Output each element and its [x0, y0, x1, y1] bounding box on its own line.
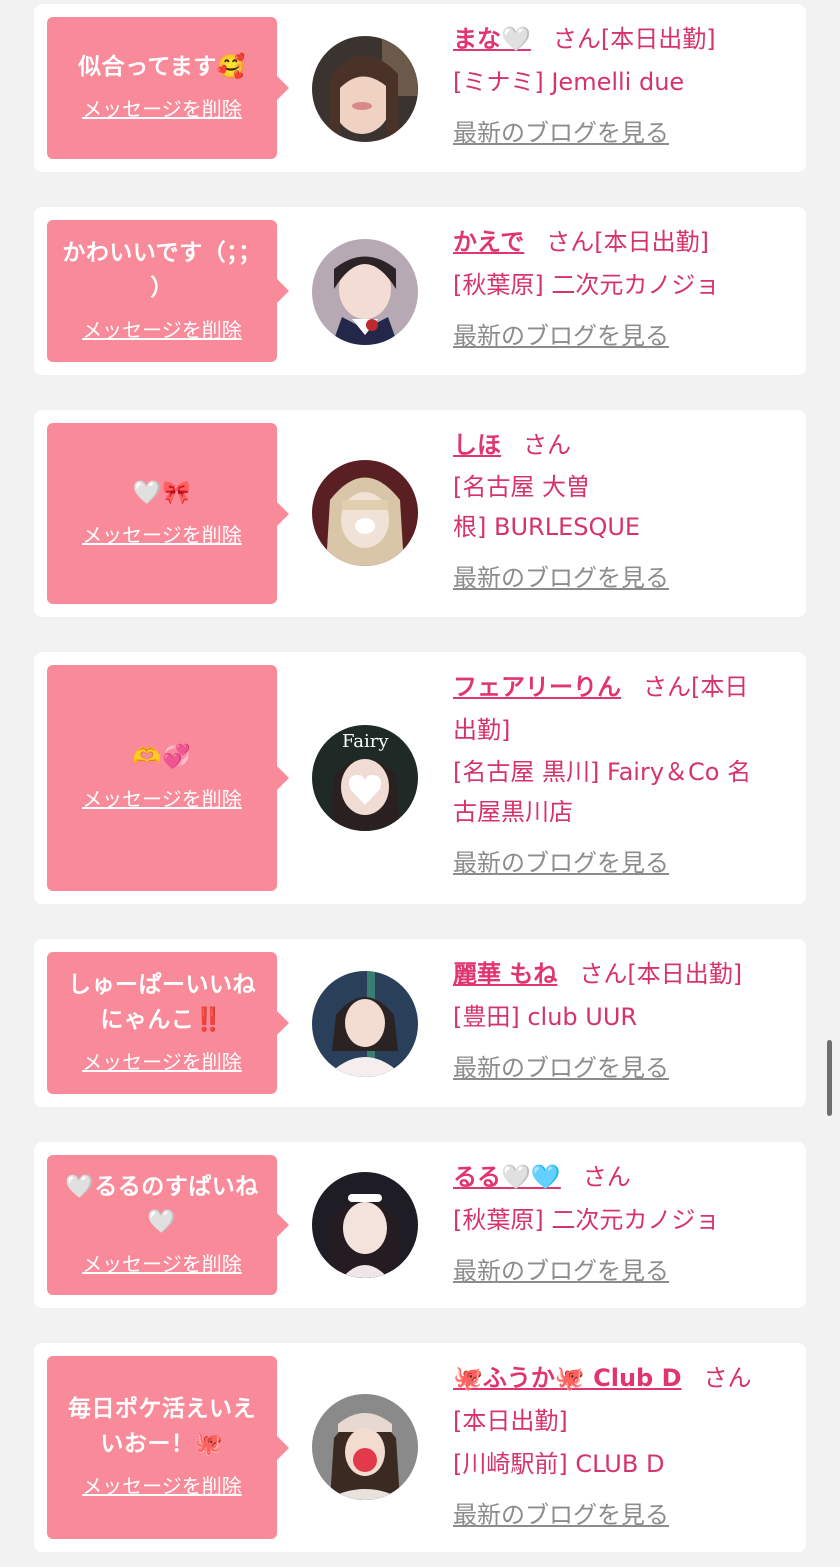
- message-text: かわいいです（；； ）: [62, 239, 262, 301]
- girl-name-link[interactable]: 🐙ふうか🐙 Club D: [453, 1364, 682, 1392]
- message-bubble: かわいいです（；； ） メッセージを削除: [47, 220, 289, 362]
- latest-blog-link[interactable]: 最新のブログを見る: [453, 557, 669, 600]
- girl-name-link[interactable]: しほ: [453, 431, 501, 459]
- girl-card: しゅーぱーいいね にゃんこ‼️ メッセージを削除 麗華 もね さん[本日出勤] […: [34, 939, 806, 1107]
- girl-info: るる🤍🩵 さん [秋葉原] 二次元カノジョ 最新のブログを見る: [453, 1156, 788, 1293]
- latest-blog-link[interactable]: 最新のブログを見る: [453, 1494, 669, 1537]
- message-text: 毎日ポケ活えいえ いおー！🐙: [68, 1396, 256, 1457]
- honorific: さん: [546, 228, 595, 256]
- honorific: さん: [579, 960, 628, 988]
- latest-blog-link[interactable]: 最新のブログを見る: [453, 842, 669, 885]
- girl-name-link[interactable]: かえで: [453, 228, 524, 256]
- honorific: さん: [582, 1163, 631, 1191]
- message-bubble: 毎日ポケ活えいえ いおー！🐙 メッセージを削除: [47, 1356, 289, 1539]
- delete-message-link[interactable]: メッセージを削除: [82, 783, 242, 812]
- message-text: 🫶💞: [132, 744, 192, 770]
- svg-text:Fairy: Fairy: [342, 731, 389, 752]
- scrollbar[interactable]: [827, 1040, 832, 1116]
- girl-name-link[interactable]: まな🤍: [453, 25, 531, 53]
- girl-card: 🤍るるのすぱいね 🤍 メッセージを削除 るる🤍🩵 さん [秋葉原] 二次元カノジョ…: [34, 1142, 806, 1308]
- delete-message-link[interactable]: メッセージを削除: [82, 519, 242, 548]
- shop-label: [秋葉原] 二次元カノジョ: [453, 271, 720, 299]
- shop-label: [名古屋 黒川] Fairy＆Co 名 古屋黒川店: [453, 758, 752, 826]
- delete-message-link[interactable]: メッセージを削除: [82, 314, 242, 343]
- status-label: [本日出勤]: [453, 1407, 568, 1435]
- status-label: [本日出勤]: [600, 25, 716, 53]
- honorific: さん: [523, 431, 571, 459]
- honorific: さん: [703, 1364, 752, 1392]
- message-text: 似合ってます🥰: [78, 54, 246, 80]
- latest-blog-link[interactable]: 最新のブログを見る: [453, 1047, 669, 1090]
- avatar[interactable]: [312, 1394, 418, 1500]
- shop-label: [ミナミ] Jemelli due: [453, 68, 685, 96]
- shop-label: [川崎駅前] CLUB D: [453, 1450, 665, 1478]
- latest-blog-link[interactable]: 最新のブログを見る: [453, 112, 669, 155]
- girl-info: しほ さん [名古屋 大曽 根] BURLESQUE 最新のブログを見る: [453, 424, 788, 600]
- honorific: さん: [552, 25, 601, 53]
- avatar[interactable]: Fairy: [312, 725, 418, 831]
- girl-name-link[interactable]: フェアリーりん: [453, 673, 621, 701]
- latest-blog-link[interactable]: 最新のブログを見る: [453, 315, 669, 358]
- girl-card: 毎日ポケ活えいえ いおー！🐙 メッセージを削除 🐙ふうか🐙 Club D さん […: [34, 1343, 806, 1552]
- message-text: 🤍るるのすぱいね 🤍: [65, 1173, 259, 1235]
- girl-info: 🐙ふうか🐙 Club D さん [本日出勤] [川崎駅前] CLUB D 最新のブ…: [453, 1357, 788, 1537]
- avatar[interactable]: [312, 239, 418, 345]
- girl-info: かえで さん[本日出勤] [秋葉原] 二次元カノジョ 最新のブログを見る: [453, 221, 788, 358]
- girl-info: まな🤍 さん[本日出勤] [ミナミ] Jemelli due 最新のブログを見る: [453, 18, 788, 155]
- message-bubble: 🤍るるのすぱいね 🤍 メッセージを削除: [47, 1155, 289, 1295]
- delete-message-link[interactable]: メッセージを削除: [82, 93, 242, 122]
- message-bubble: しゅーぱーいいね にゃんこ‼️ メッセージを削除: [47, 952, 289, 1094]
- girl-info: フェアリーりん さん[本日 出勤] [名古屋 黒川] Fairy＆Co 名 古屋黒…: [453, 666, 788, 885]
- status-label: [本日出勤]: [594, 228, 710, 256]
- message-text: 🤍🎀: [132, 479, 192, 506]
- avatar[interactable]: [312, 1172, 418, 1278]
- girl-card: 🤍🎀 メッセージを削除 しほ さん [名古屋 大曽 根] BURLESQUE 最新…: [34, 410, 806, 617]
- girl-info: 麗華 もね さん[本日出勤] [豊田] club UUR 最新のブログを見る: [453, 953, 788, 1090]
- message-bubble: 🫶💞 メッセージを削除: [47, 665, 289, 891]
- girl-card: 似合ってます🥰 メッセージを削除 まな🤍 さん[本日出勤] [ミナミ] Jemel…: [34, 4, 806, 172]
- avatar[interactable]: [312, 971, 418, 1077]
- girl-card: かわいいです（；； ） メッセージを削除 かえで さん[本日出勤] [秋葉原] 二…: [34, 207, 806, 375]
- message-text: しゅーぱーいいね にゃんこ‼️: [68, 971, 256, 1033]
- avatar[interactable]: [312, 460, 418, 566]
- latest-blog-link[interactable]: 最新のブログを見る: [453, 1250, 669, 1293]
- shop-label: [名古屋 大曽 根] BURLESQUE: [453, 473, 641, 541]
- message-bubble: 似合ってます🥰 メッセージを削除: [47, 17, 289, 159]
- avatar[interactable]: [312, 36, 418, 142]
- shop-label: [秋葉原] 二次元カノジョ: [453, 1206, 720, 1234]
- girl-name-link[interactable]: るる🤍🩵: [453, 1163, 561, 1191]
- shop-label: [豊田] club UUR: [453, 1003, 638, 1031]
- delete-message-link[interactable]: メッセージを削除: [82, 1248, 242, 1277]
- honorific: さん: [643, 673, 691, 701]
- girl-card: 🫶💞 メッセージを削除 Fairy フェアリーりん さん[本日 出勤] [名古屋 …: [34, 652, 806, 904]
- delete-message-link[interactable]: メッセージを削除: [82, 1046, 242, 1075]
- girl-name-link[interactable]: 麗華 もね: [453, 960, 557, 988]
- message-bubble: 🤍🎀 メッセージを削除: [47, 423, 289, 604]
- delete-message-link[interactable]: メッセージを削除: [82, 1470, 242, 1499]
- status-label: [本日出勤]: [627, 960, 743, 988]
